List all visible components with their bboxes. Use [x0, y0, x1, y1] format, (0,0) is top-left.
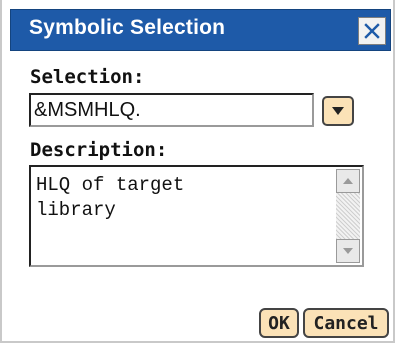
close-icon [364, 23, 380, 39]
triangle-down-icon [343, 248, 353, 254]
selection-value[interactable]: &MSMHLQ. [34, 99, 141, 122]
chevron-down-icon [332, 107, 344, 115]
scroll-track[interactable] [336, 193, 360, 239]
scroll-up-button[interactable] [336, 169, 360, 193]
selection-input[interactable]: &MSMHLQ. [29, 93, 314, 127]
selection-label: Selection: [30, 66, 145, 88]
cancel-button[interactable]: Cancel [303, 308, 389, 338]
scroll-down-button[interactable] [336, 239, 360, 263]
dialog-titlebar[interactable]: Symbolic Selection [10, 9, 391, 51]
selection-dropdown-button[interactable] [322, 96, 354, 126]
close-button[interactable] [358, 17, 386, 45]
description-textarea[interactable]: HLQ of target library [29, 165, 364, 267]
description-scrollbar[interactable] [336, 169, 360, 263]
symbolic-selection-dialog: Symbolic Selection Selection: &MSMHLQ. D… [0, 0, 395, 343]
description-value[interactable]: HLQ of target library [36, 173, 326, 223]
description-label: Description: [30, 139, 168, 161]
triangle-up-icon [343, 178, 353, 184]
dialog-title: Symbolic Selection [29, 16, 226, 39]
ok-button[interactable]: OK [259, 308, 299, 338]
